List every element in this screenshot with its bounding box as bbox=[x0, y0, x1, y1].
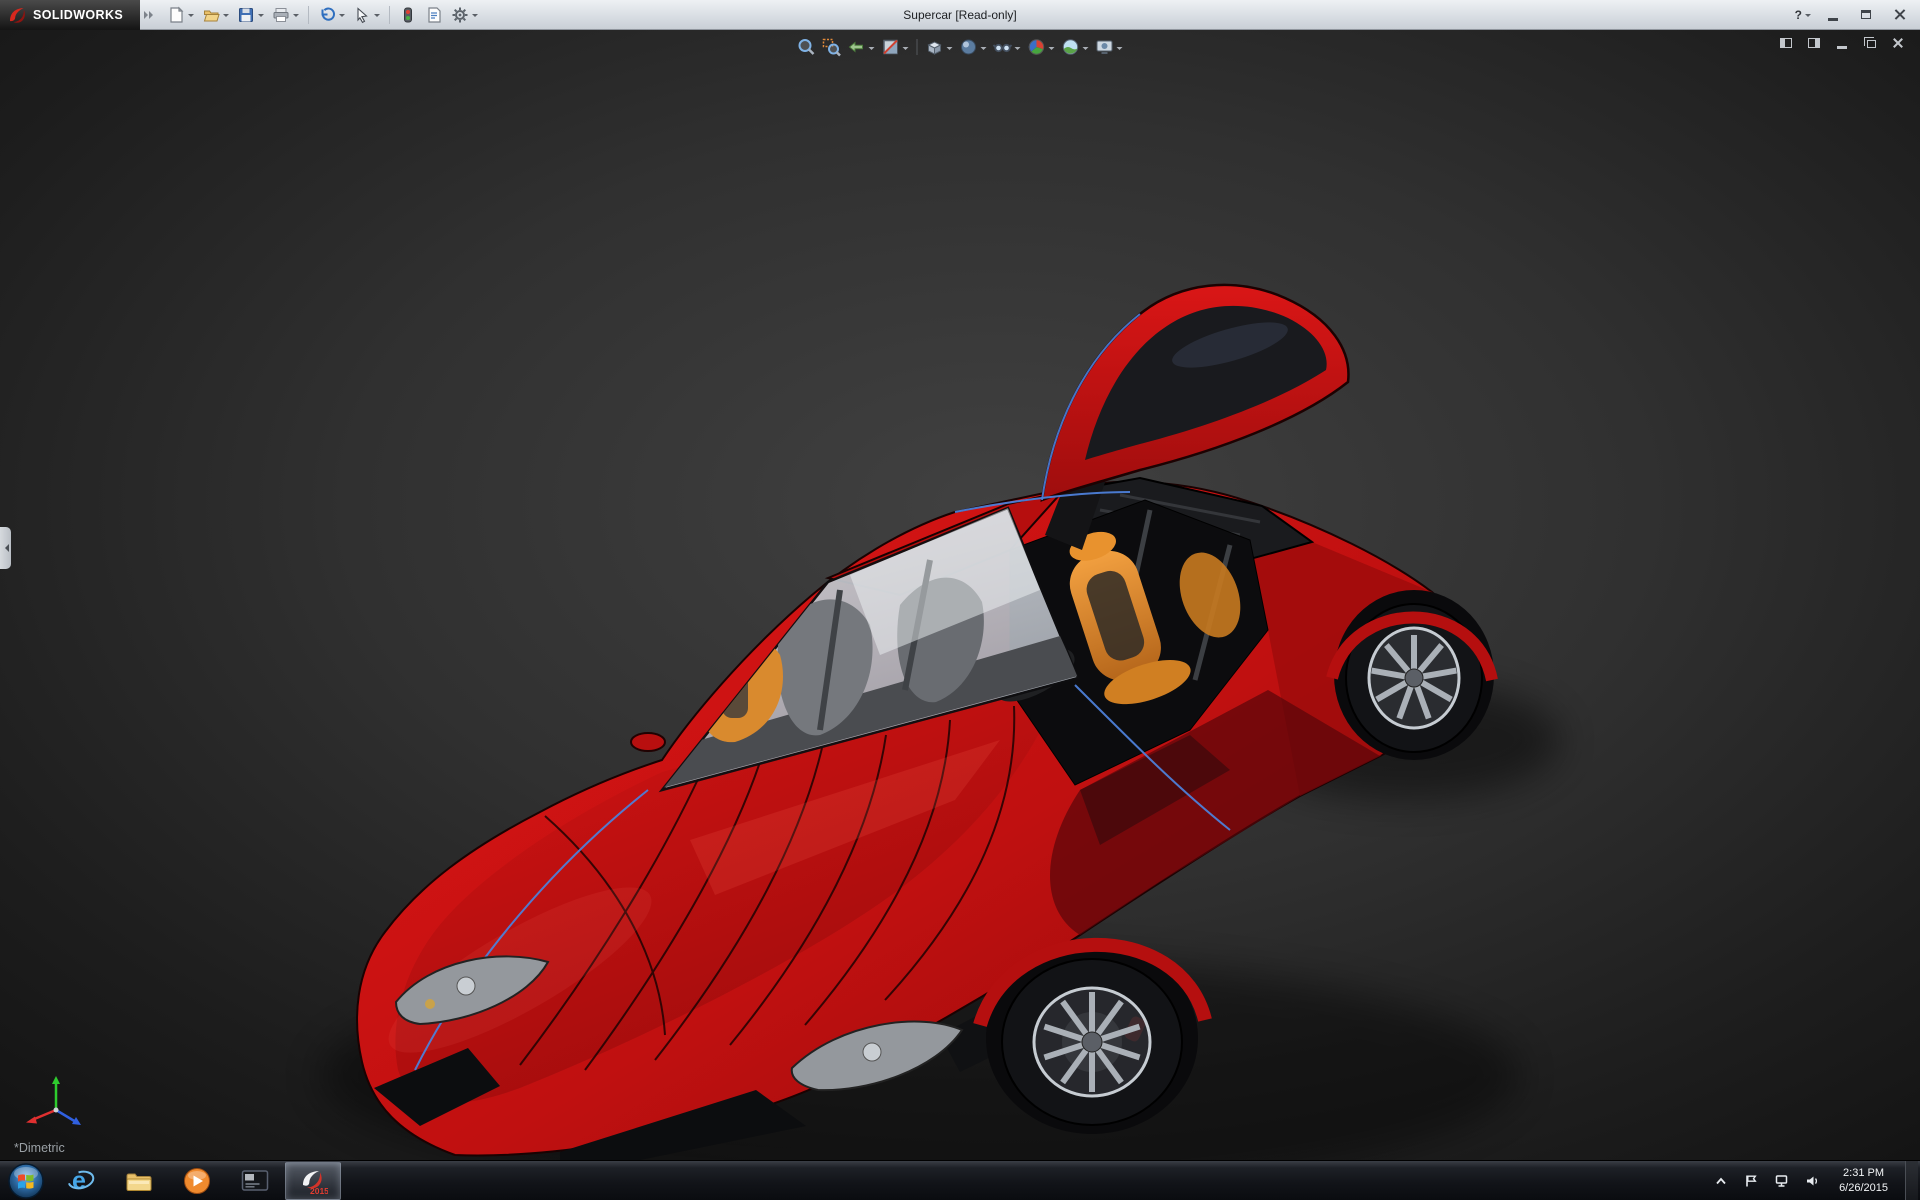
display-style-button[interactable] bbox=[957, 35, 990, 59]
doc-minimize-button[interactable] bbox=[1832, 35, 1852, 51]
hidden-icons-chevron-icon bbox=[1716, 1177, 1726, 1184]
hud-separator bbox=[916, 39, 918, 55]
zoom-to-area-button[interactable] bbox=[820, 35, 844, 59]
doc-restore-icon bbox=[1864, 37, 1876, 48]
rebuild-button[interactable] bbox=[396, 3, 420, 27]
view-orientation-button[interactable] bbox=[923, 35, 956, 59]
zoom-to-fit-button[interactable] bbox=[795, 35, 819, 59]
pane-left-icon bbox=[1780, 38, 1792, 48]
close-button[interactable] bbox=[1884, 4, 1914, 25]
hidden-icons-button[interactable] bbox=[1712, 1173, 1730, 1189]
toolbar-overflow-icon[interactable] bbox=[144, 10, 157, 19]
view-orientation-cube-icon bbox=[927, 41, 942, 55]
section-view-icon bbox=[883, 39, 898, 55]
zoom-to-area-icon bbox=[822, 38, 841, 57]
undo-button[interactable] bbox=[315, 3, 348, 27]
taskbar-file-explorer[interactable] bbox=[111, 1162, 167, 1200]
taskbar-clock[interactable]: 2:31 PM 6/26/2015 bbox=[1833, 1166, 1894, 1195]
minimize-icon bbox=[1828, 17, 1838, 21]
new-document-icon bbox=[170, 6, 184, 23]
previous-view-icon bbox=[848, 41, 863, 53]
feature-manager-collapsed-tab[interactable] bbox=[0, 527, 11, 570]
solidworks-2015-icon: 2015 bbox=[303, 1170, 328, 1196]
system-tray: 2:31 PM 6/26/2015 bbox=[1712, 1160, 1920, 1200]
maximize-button[interactable] bbox=[1851, 4, 1881, 25]
volume-icon bbox=[1807, 1176, 1818, 1185]
start-button[interactable] bbox=[0, 1161, 52, 1200]
display-style-icon bbox=[961, 39, 976, 55]
open-folder-icon bbox=[203, 10, 220, 21]
save-icon bbox=[239, 7, 253, 22]
pane-left-button[interactable] bbox=[1776, 35, 1796, 51]
clock-time: 2:31 PM bbox=[1843, 1167, 1885, 1180]
options-gear-icon bbox=[452, 7, 468, 22]
toolbar-separator bbox=[389, 5, 390, 24]
select-button[interactable] bbox=[350, 3, 383, 27]
document-window-controls bbox=[1776, 35, 1908, 51]
volume-button[interactable] bbox=[1802, 1171, 1822, 1191]
folder-icon bbox=[126, 1173, 152, 1191]
pane-right-icon bbox=[1808, 38, 1820, 48]
media-player-icon bbox=[184, 1167, 210, 1194]
svg-text:2015: 2015 bbox=[310, 1186, 328, 1196]
taskbar-internet-explorer[interactable]: e bbox=[53, 1162, 109, 1200]
network-button[interactable] bbox=[1772, 1171, 1791, 1191]
view-orientation-label: *Dimetric bbox=[14, 1141, 65, 1155]
app-logo: SOLIDWORKS bbox=[0, 0, 140, 30]
edit-appearance-ball-icon bbox=[1028, 39, 1045, 55]
graphics-area[interactable] bbox=[0, 30, 1920, 1160]
save-button[interactable] bbox=[234, 3, 267, 27]
doc-minimize-icon bbox=[1837, 45, 1847, 49]
doc-close-icon bbox=[1893, 38, 1903, 48]
view-settings-button[interactable] bbox=[1093, 35, 1126, 59]
show-desktop-button[interactable] bbox=[1905, 1160, 1918, 1200]
maximize-icon bbox=[1861, 10, 1871, 19]
heads-up-view-toolbar bbox=[795, 35, 1126, 59]
doc-restore-button[interactable] bbox=[1860, 35, 1880, 51]
previous-view-button[interactable] bbox=[845, 35, 878, 59]
pane-right-button[interactable] bbox=[1804, 35, 1824, 51]
edit-appearance-button[interactable] bbox=[1025, 35, 1058, 59]
taskbar-console-window[interactable] bbox=[227, 1162, 283, 1200]
doc-close-button[interactable] bbox=[1888, 35, 1908, 51]
file-properties-button[interactable] bbox=[422, 3, 446, 27]
minimize-button[interactable] bbox=[1818, 4, 1848, 25]
network-icon bbox=[1775, 1174, 1788, 1187]
hide-show-glasses-icon bbox=[992, 43, 1013, 53]
select-cursor-icon bbox=[357, 6, 368, 23]
undo-icon bbox=[321, 7, 335, 21]
taskbar-solidworks-2015[interactable]: 2015 bbox=[285, 1161, 341, 1200]
brand-text: SOLIDWORKS bbox=[33, 7, 124, 22]
open-button[interactable] bbox=[199, 3, 232, 27]
taskbar-media-player[interactable] bbox=[169, 1162, 225, 1200]
print-icon bbox=[273, 7, 289, 22]
internet-explorer-icon: e bbox=[67, 1167, 95, 1195]
graphics-viewport[interactable]: *Dimetric bbox=[0, 30, 1920, 1160]
options-button[interactable] bbox=[448, 3, 481, 27]
console-window-icon bbox=[241, 1169, 269, 1191]
view-settings-icon bbox=[1096, 40, 1113, 54]
clock-date: 6/26/2015 bbox=[1839, 1181, 1888, 1194]
action-center-button[interactable] bbox=[1741, 1171, 1761, 1191]
new-button[interactable] bbox=[164, 3, 197, 27]
action-center-flag-icon bbox=[1746, 1175, 1757, 1186]
print-button[interactable] bbox=[269, 3, 302, 27]
hide-show-items-button[interactable] bbox=[991, 35, 1024, 59]
chevron-left-icon bbox=[1, 544, 9, 553]
toolbar-separator bbox=[308, 5, 309, 24]
start-orb-icon bbox=[8, 1162, 44, 1199]
reference-triad bbox=[26, 1076, 81, 1125]
zoom-to-fit-icon bbox=[798, 39, 815, 55]
close-icon bbox=[1894, 9, 1905, 20]
file-properties-icon bbox=[428, 6, 441, 23]
section-view-button[interactable] bbox=[879, 35, 912, 59]
taskbar: e 2015 2:31 PM 6/26/2015 bbox=[0, 1160, 1920, 1200]
apply-scene-button[interactable] bbox=[1059, 35, 1092, 59]
rebuild-stoplight-icon bbox=[404, 7, 412, 22]
solidworks-logo-icon bbox=[10, 7, 25, 23]
title-bar: SOLIDWORKS Supercar [Read-only] ? bbox=[0, 0, 1920, 30]
apply-scene-icon bbox=[1062, 39, 1079, 55]
help-button[interactable]: ? bbox=[1791, 6, 1815, 24]
